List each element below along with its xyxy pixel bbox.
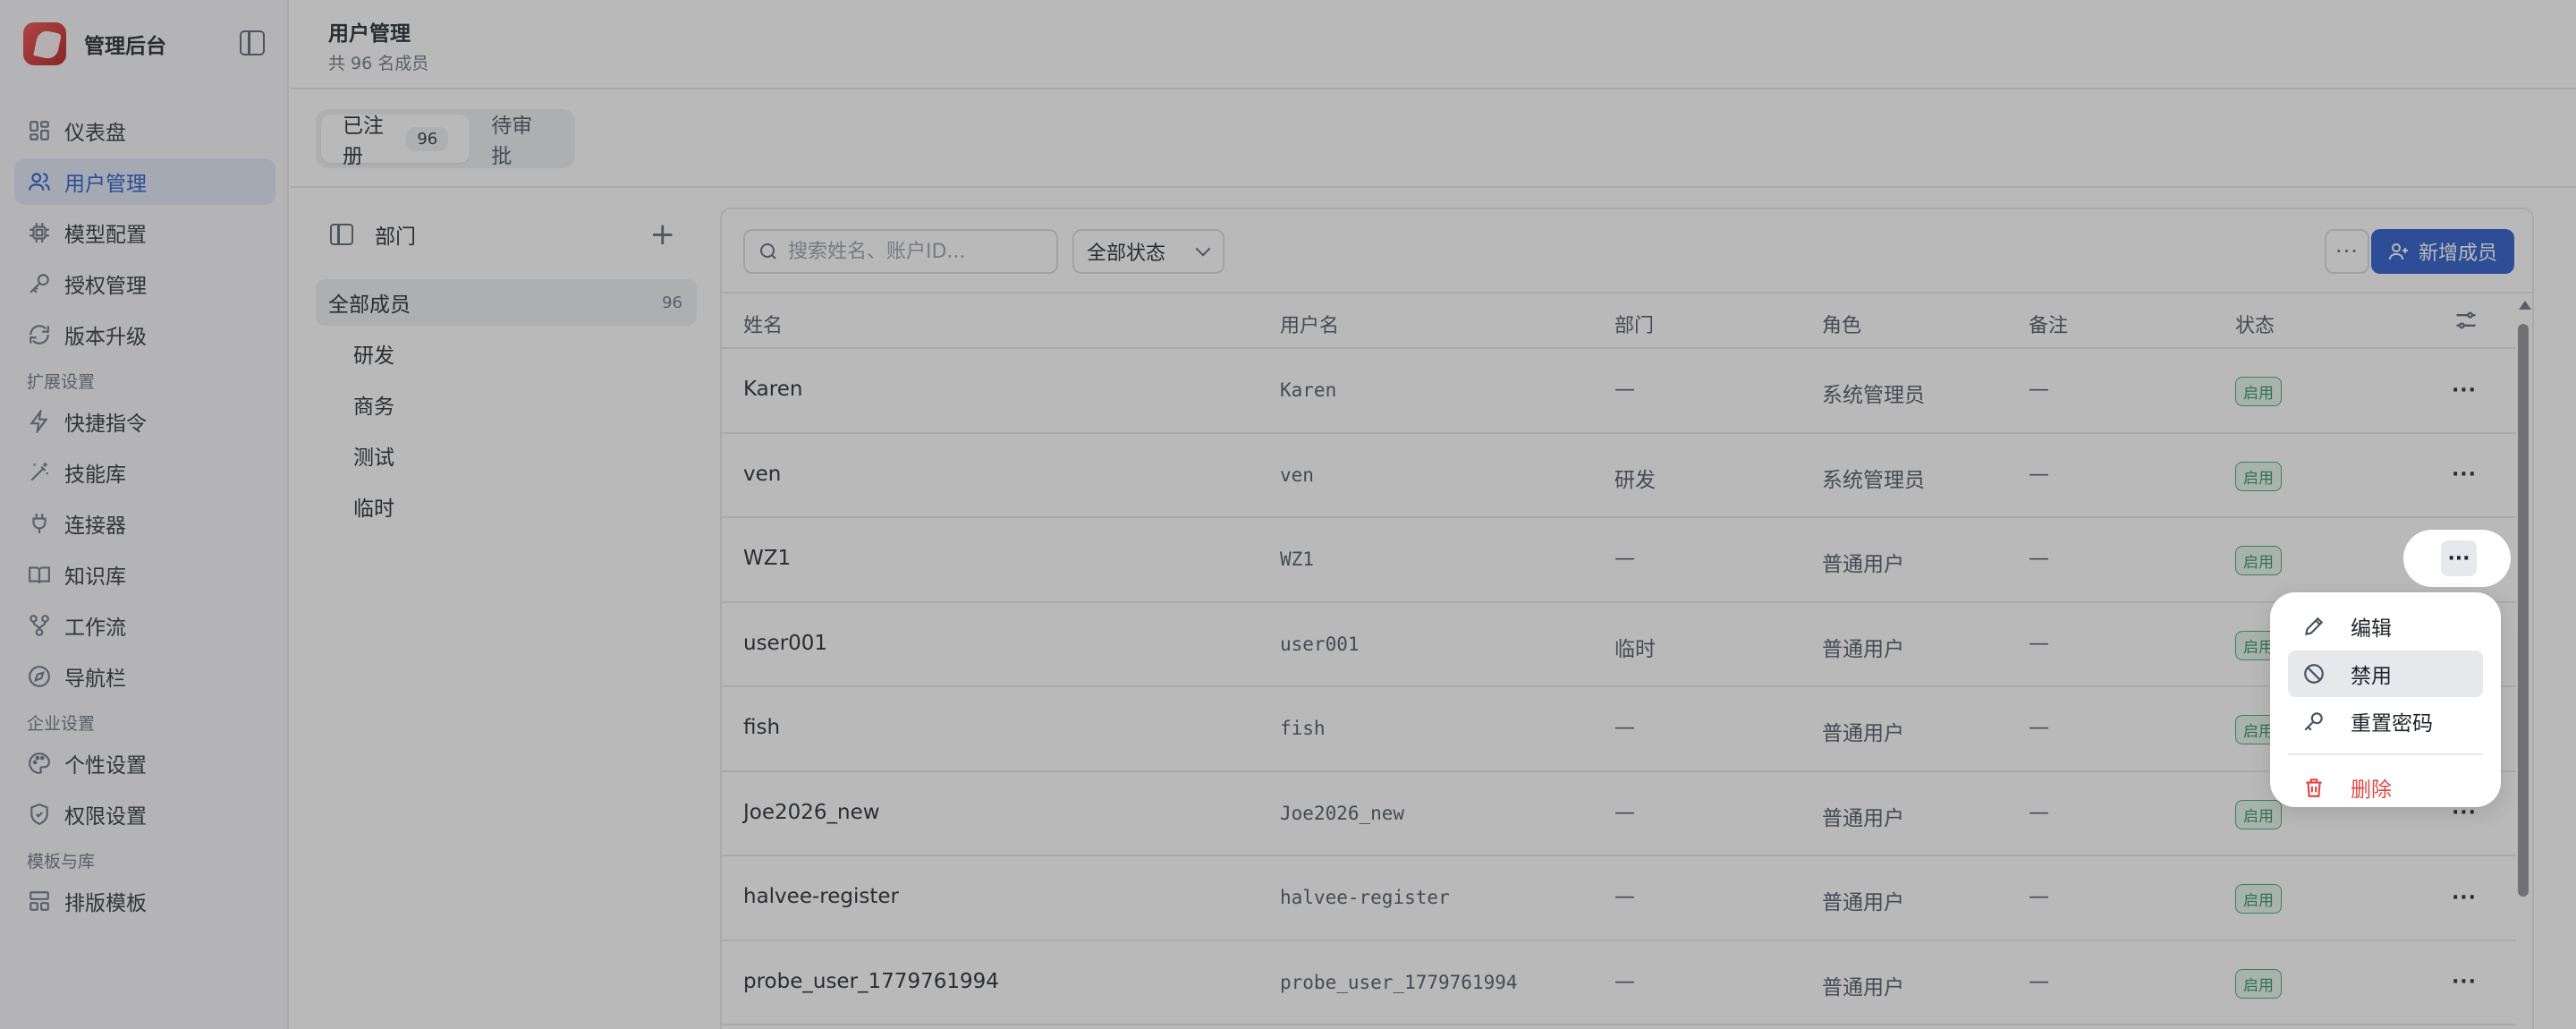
menu-item-delete[interactable]: 删除	[2288, 764, 2483, 811]
menu-item-disable[interactable]: 禁用	[2288, 651, 2483, 697]
menu-item-edit[interactable]: 编辑	[2288, 603, 2483, 650]
ban-icon	[2304, 664, 2324, 684]
pencil-icon	[2304, 617, 2324, 636]
menu-item-label: 编辑	[2351, 617, 2392, 641]
menu-divider	[2288, 753, 2483, 755]
menu-item-reset-password[interactable]: 重置密码	[2288, 698, 2483, 744]
row-action-highlight: ···	[2403, 530, 2511, 587]
row-action-menu: 编辑 禁用 重置密码 删除	[2270, 592, 2501, 807]
menu-backdrop[interactable]	[0, 0, 2576, 1029]
trash-icon	[2306, 778, 2322, 797]
key-icon	[2304, 712, 2323, 731]
menu-item-label: 禁用	[2351, 665, 2392, 688]
menu-item-label: 重置密码	[2351, 712, 2433, 736]
row-more-button-active[interactable]: ···	[2441, 540, 2477, 576]
menu-item-label: 删除	[2351, 778, 2392, 802]
